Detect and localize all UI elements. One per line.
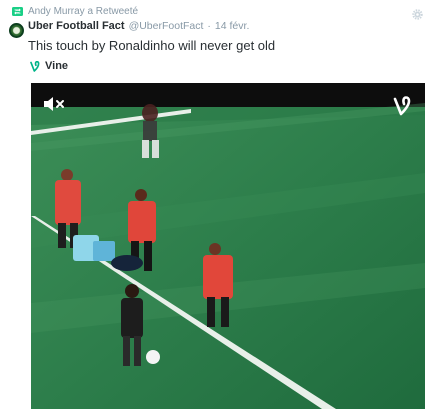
- vine-icon: [30, 60, 40, 72]
- tweet-header: Uber Football Fact @UberFootFact · 14 fé…: [28, 20, 249, 32]
- avatar[interactable]: [9, 23, 24, 38]
- card-source[interactable]: Vine: [30, 60, 68, 72]
- tweet-text: This touch by Ronaldinho will never get …: [28, 38, 276, 53]
- vine-label: Vine: [45, 60, 69, 72]
- vine-logo-icon: [393, 96, 411, 116]
- speaker-muted-icon[interactable]: [43, 95, 65, 113]
- video-frame: [31, 83, 425, 409]
- retweet-label[interactable]: Andy Murray a Retweeté: [28, 6, 138, 17]
- author-name[interactable]: Uber Football Fact: [28, 20, 125, 32]
- settings-gear-icon[interactable]: [412, 9, 423, 20]
- author-handle[interactable]: @UberFootFact: [129, 20, 204, 32]
- vine-video-player[interactable]: [31, 83, 425, 409]
- retweet-icon: [12, 7, 23, 16]
- tweet-date[interactable]: 14 févr.: [215, 20, 249, 32]
- retweet-context: Andy Murray a Retweeté: [12, 6, 138, 17]
- separator-dot: ·: [207, 20, 211, 32]
